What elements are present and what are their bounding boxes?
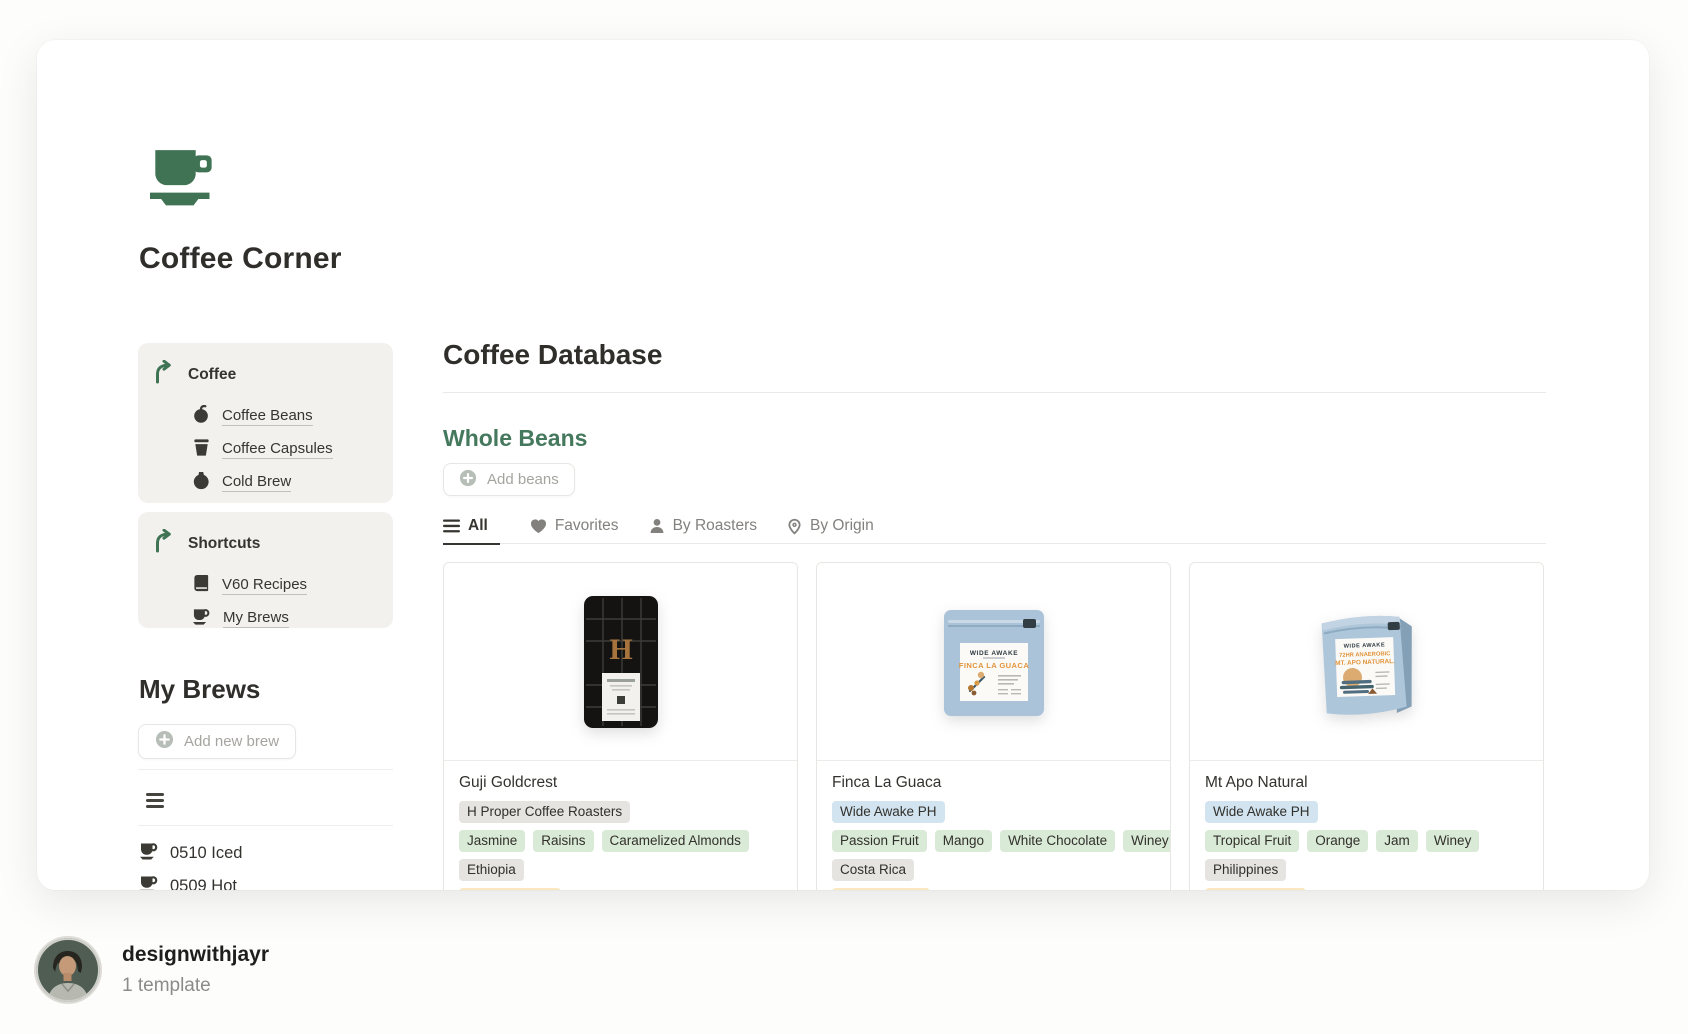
svg-text:H: H [609, 633, 632, 666]
tab-by-roasters[interactable]: By Roasters [649, 509, 757, 544]
flavor-tag: Jasmine [459, 830, 525, 852]
bean-name: Finca La Guaca [832, 774, 1155, 792]
list-view-icon[interactable] [146, 793, 164, 811]
bean-card-mt-apo-natural[interactable]: WIDE AWAKE 72HR ANAEROBIC MT. APO NATURA… [1189, 562, 1544, 890]
origin-tag: Ethiopia [459, 859, 524, 881]
add-beans-label: Add beans [487, 471, 559, 488]
sidebar-link-label: My Brews [223, 609, 289, 628]
brew-entry-0510[interactable]: 0510 Iced [139, 837, 242, 869]
tab-label: By Origin [810, 517, 874, 535]
list-icon [443, 519, 460, 533]
flavor-tag: Raisins [533, 830, 593, 852]
curved-arrow-icon [154, 360, 175, 389]
coffee-capsule-icon [192, 438, 211, 462]
brew-entry-0509[interactable]: 0509 Hot [139, 870, 237, 890]
sidebar-link-label: Coffee Beans [222, 407, 313, 426]
person-icon [649, 518, 665, 534]
sidebar-item-v60-recipes[interactable]: V60 Recipes [192, 569, 377, 602]
plus-circle-icon [459, 469, 477, 491]
main-content: Coffee Database Whole Beans Add beans Al… [443, 40, 1546, 890]
creator-template-count: 1 template [122, 975, 211, 997]
flavor-tag: Caramelized Almonds [602, 830, 749, 852]
divider [138, 825, 393, 826]
add-new-brew-button[interactable]: Add new brew [138, 724, 296, 759]
roaster-tag: Wide Awake PH [1205, 801, 1318, 823]
partial-tag [1205, 888, 1306, 890]
heart-icon [530, 518, 547, 534]
sidebar-section-shortcuts: Shortcuts V60 Recipes [138, 512, 393, 628]
template-page: Coffee Corner Coffee [37, 40, 1649, 890]
bean-name: Guji Goldcrest [459, 774, 782, 792]
flavor-tag: Tropical Fruit [1205, 830, 1299, 852]
product-image-blue-bag: WIDE AWAKE FINCA LA GUACA [817, 563, 1170, 761]
whole-beans-heading: Whole Beans [443, 425, 587, 452]
plus-circle-icon [155, 730, 174, 753]
origin-tag: Philippines [1205, 859, 1286, 881]
database-title: Coffee Database [443, 339, 662, 371]
section-title: Coffee [188, 366, 236, 384]
tab-favorites[interactable]: Favorites [530, 509, 619, 544]
card-body: Mt Apo Natural Wide Awake PH Tropical Fr… [1190, 761, 1543, 890]
view-tabs: All Favorites By Roasters [443, 509, 1546, 544]
roaster-tag: H Proper Coffee Roasters [459, 801, 630, 823]
coffee-cup-icon [139, 841, 160, 866]
roaster-tag: Wide Awake PH [832, 801, 945, 823]
sidebar-link-label: V60 Recipes [222, 576, 307, 595]
flavor-tag: Orange [1307, 830, 1368, 852]
curved-arrow-icon [154, 529, 175, 558]
partial-tag [459, 888, 561, 890]
svg-text:WIDE AWAKE: WIDE AWAKE [969, 650, 1017, 657]
tab-label: All [468, 517, 488, 535]
sidebar-section-coffee: Coffee Coffee Beans [138, 343, 393, 503]
divider [138, 769, 393, 770]
bean-card-grid: H Guji Goldcrest H Proper Coffee Roaster… [443, 562, 1546, 890]
sidebar-item-coffee-capsules[interactable]: Coffee Capsules [192, 433, 377, 466]
product-image-black-bag: H [444, 563, 797, 761]
creator-name[interactable]: designwithjayr [122, 943, 269, 967]
section-title: Shortcuts [188, 535, 260, 553]
sidebar-item-cold-brew[interactable]: Cold Brew [192, 466, 377, 499]
brew-entry-label: 0509 Hot [170, 877, 237, 891]
origin-tag: Costa Rica [832, 859, 914, 881]
coffee-cup-icon [150, 150, 218, 221]
coffee-cup-icon [192, 607, 212, 631]
flavor-tag: White Chocolate [1000, 830, 1115, 852]
bean-card-guji-goldcrest[interactable]: H Guji Goldcrest H Proper Coffee Roaster… [443, 562, 798, 890]
bean-name: Mt Apo Natural [1205, 774, 1528, 792]
divider [443, 392, 1546, 393]
cold-brew-jug-icon [192, 471, 211, 495]
tab-label: By Roasters [673, 517, 757, 535]
bean-card-finca-la-guaca[interactable]: WIDE AWAKE FINCA LA GUACA [816, 562, 1171, 890]
avatar[interactable] [36, 938, 100, 1002]
flavor-tag: Winey [1426, 830, 1480, 852]
product-image-blue-pouch: WIDE AWAKE 72HR ANAEROBIC MT. APO NATURA… [1190, 563, 1543, 761]
location-pin-icon [787, 518, 802, 535]
flavor-tag: Jam [1376, 830, 1418, 852]
sidebar-link-label: Cold Brew [222, 473, 291, 492]
brew-entry-label: 0510 Iced [170, 844, 242, 863]
recipe-book-icon [192, 574, 211, 598]
add-beans-button[interactable]: Add beans [443, 463, 575, 496]
sidebar-link-label: Coffee Capsules [222, 440, 333, 459]
my-brews-heading: My Brews [139, 674, 260, 705]
flavor-tag: Winey [1123, 830, 1171, 852]
svg-text:FINCA LA GUACA: FINCA LA GUACA [958, 661, 1029, 670]
coffee-bean-icon [192, 405, 211, 429]
page-title: Coffee Corner [139, 242, 342, 276]
card-body: Finca La Guaca Wide Awake PH Passion Fru… [817, 761, 1170, 890]
coffee-cup-icon [139, 874, 160, 891]
sidebar: Coffee Corner Coffee [138, 40, 393, 890]
tab-label: Favorites [555, 517, 619, 535]
tab-all[interactable]: All [443, 510, 500, 545]
sidebar-item-coffee-beans[interactable]: Coffee Beans [192, 400, 377, 433]
flavor-tag: Mango [935, 830, 992, 852]
card-body: Guji Goldcrest H Proper Coffee Roasters … [444, 761, 797, 890]
flavor-tag: Passion Fruit [832, 830, 927, 852]
tab-by-origin[interactable]: By Origin [787, 509, 874, 544]
sidebar-item-my-brews[interactable]: My Brews [192, 602, 377, 635]
partial-tag [832, 888, 930, 890]
add-new-brew-label: Add new brew [184, 733, 279, 750]
